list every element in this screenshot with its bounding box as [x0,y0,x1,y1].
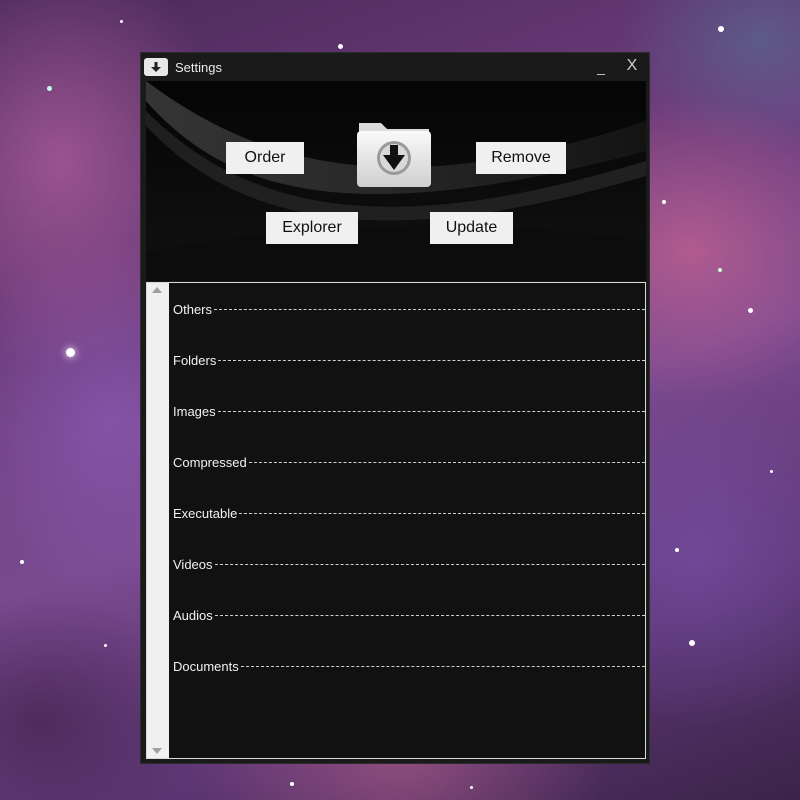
minimize-button[interactable]: _ [593,56,609,78]
category-separator [240,666,645,667]
star [689,640,695,646]
category-label: Folders [173,352,217,368]
explorer-button[interactable]: Explorer [266,212,358,244]
category-label: Documents [173,658,239,674]
order-button[interactable]: Order [226,142,304,174]
star [47,86,52,91]
vertical-scrollbar[interactable] [147,283,169,758]
star [290,782,294,786]
update-button[interactable]: Update [430,212,513,244]
category-separator [214,309,645,310]
settings-window: Settings _ X Order Remove Explorer Updat… [140,52,650,764]
star [20,560,24,564]
category-row-images[interactable]: Images [173,402,645,420]
star [770,470,773,473]
star [470,786,473,789]
remove-button[interactable]: Remove [476,142,566,174]
category-list: Others Folders Images Compressed Executa… [169,283,645,758]
category-row-executable[interactable]: Executable [173,504,645,522]
category-separator [214,615,645,616]
category-separator [239,513,645,514]
category-separator [248,462,645,463]
star [66,348,75,357]
window-title: Settings [175,60,222,75]
category-label: Compressed [173,454,247,470]
category-row-folders[interactable]: Folders [173,351,645,369]
category-label: Images [173,403,216,419]
category-separator [218,360,645,361]
category-row-videos[interactable]: Videos [173,555,645,573]
category-row-documents[interactable]: Documents [173,657,645,675]
category-panel: Others Folders Images Compressed Executa… [146,282,646,759]
download-arrow-glyph [151,62,161,72]
category-row-audios[interactable]: Audios [173,606,645,624]
star [718,26,724,32]
category-label: Others [173,301,213,317]
scroll-up-arrow-icon[interactable] [152,287,162,293]
title-bar[interactable]: Settings _ X [141,53,649,81]
category-separator [214,564,645,565]
header-banner: Order Remove Explorer Update [146,81,646,281]
category-label: Videos [173,556,213,572]
star [718,268,722,272]
star [338,44,343,49]
close-button[interactable]: X [623,55,641,77]
category-label: Executable [173,505,238,521]
star [748,308,753,313]
category-separator [217,411,645,412]
star [662,200,666,204]
category-label: Audios [173,607,213,623]
star [120,20,123,23]
category-row-compressed[interactable]: Compressed [173,453,645,471]
star [104,644,107,647]
category-row-others[interactable]: Others [173,300,645,318]
scroll-down-arrow-icon[interactable] [152,748,162,754]
star [675,548,679,552]
download-folder-icon [357,123,431,187]
download-icon [144,58,168,76]
